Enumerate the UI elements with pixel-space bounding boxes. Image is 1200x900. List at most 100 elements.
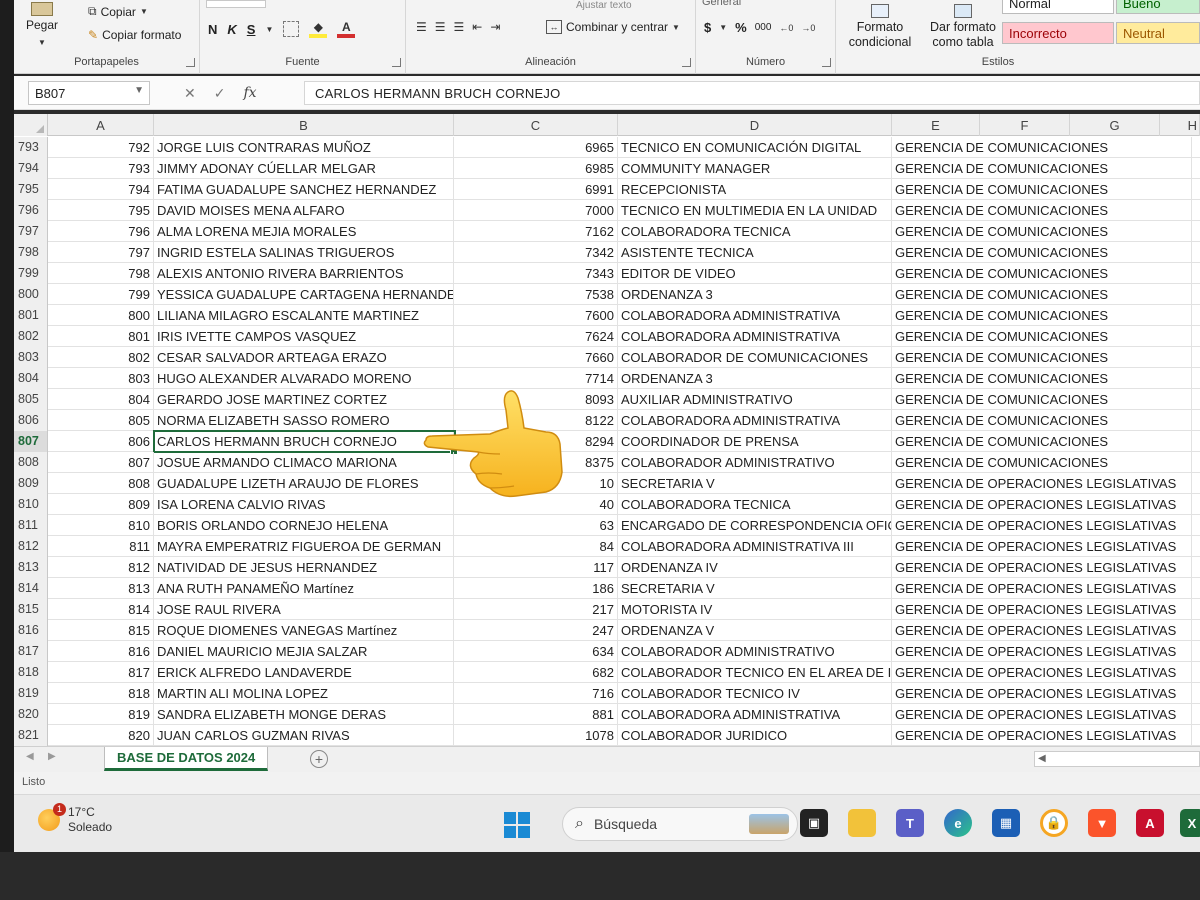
cell-a-index[interactable]: 805 [48, 410, 154, 431]
cell-e-department[interactable]: GERENCIA DE OPERACIONES LEGISLATIVAS [892, 704, 1192, 725]
cell-e-department[interactable]: GERENCIA DE OPERACIONES LEGISLATIVAS [892, 494, 1192, 515]
row-number[interactable]: 798 [14, 242, 48, 263]
cell-c-code[interactable]: 7538 [454, 284, 618, 305]
style-bad[interactable]: Incorrecto [1002, 22, 1114, 44]
cell-a-index[interactable]: 820 [48, 725, 154, 746]
cell-b-name[interactable]: SANDRA ELIZABETH MONGE DERAS [154, 704, 454, 725]
row-number[interactable]: 812 [14, 536, 48, 557]
currency-button[interactable]: $ [704, 20, 711, 35]
start-button-windows-icon[interactable] [504, 812, 530, 838]
cell-d-position[interactable]: COLABORADORA ADMINISTRATIVA [618, 410, 892, 431]
cell-b-name[interactable]: FATIMA GUADALUPE SANCHEZ HERNANDEZ [154, 179, 454, 200]
percent-button[interactable]: % [735, 20, 747, 35]
cell-e-department[interactable]: GERENCIA DE OPERACIONES LEGISLATIVAS [892, 620, 1192, 641]
cell-e-department[interactable]: GERENCIA DE OPERACIONES LEGISLATIVAS [892, 473, 1192, 494]
cell-d-position[interactable]: COLABORADORA ADMINISTRATIVA [618, 326, 892, 347]
conditional-format-button[interactable]: Formato condicional [840, 4, 920, 50]
cell-b-name[interactable]: NORMA ELIZABETH SASSO ROMERO [154, 410, 454, 431]
column-header-f[interactable]: F [980, 114, 1070, 136]
cell-d-position[interactable]: COMMUNITY MANAGER [618, 158, 892, 179]
confirm-icon[interactable]: ✓ [214, 85, 226, 102]
cell-b-name[interactable]: JOSUE ARMANDO CLIMACO MARIONA [154, 452, 454, 473]
row-number[interactable]: 821 [14, 725, 48, 746]
style-neutral[interactable]: Neutral [1116, 22, 1200, 44]
row-number[interactable]: 811 [14, 515, 48, 536]
scroll-right-icon[interactable]: ▶ [48, 751, 56, 762]
style-good[interactable]: Bueno [1116, 0, 1200, 14]
row-number[interactable]: 810 [14, 494, 48, 515]
lock-app-icon[interactable]: 🔒 [1040, 809, 1068, 837]
cell-b-name[interactable]: JIMMY ADONAY CÚELLAR MELGAR [154, 158, 454, 179]
cell-d-position[interactable]: COLABORADORA TECNICA [618, 221, 892, 242]
borders-icon[interactable] [283, 21, 300, 37]
cell-e-department[interactable]: GERENCIA DE OPERACIONES LEGISLATIVAS [892, 683, 1192, 704]
cell-a-index[interactable]: 813 [48, 578, 154, 599]
copy-button[interactable]: ⧉ Copiar ▼ [88, 4, 148, 19]
cell-b-name[interactable]: GERARDO JOSE MARTINEZ CORTEZ [154, 389, 454, 410]
cell-a-index[interactable]: 818 [48, 683, 154, 704]
cell-c-code[interactable]: 7624 [454, 326, 618, 347]
cell-b-name[interactable]: GUADALUPE LIZETH ARAUJO DE FLORES [154, 473, 454, 494]
cell-c-code[interactable]: 682 [454, 662, 618, 683]
cell-d-position[interactable]: SECRETARIA V [618, 473, 892, 494]
sheet-tab-active[interactable]: BASE DE DATOS 2024 [104, 747, 269, 771]
chevron-down-icon[interactable]: ▼ [265, 25, 273, 34]
merge-center-button[interactable]: ↔ Combinar y centrar ▼ [546, 20, 680, 34]
chevron-down-icon[interactable]: ▼ [719, 23, 727, 32]
weather-widget[interactable]: 1 17°C Soleado [38, 803, 112, 835]
cell-c-code[interactable]: 10 [454, 473, 618, 494]
row-number[interactable]: 803 [14, 347, 48, 368]
cell-e-department[interactable]: GERENCIA DE OPERACIONES LEGISLATIVAS [892, 662, 1192, 683]
cell-a-index[interactable]: 819 [48, 704, 154, 725]
column-header-d[interactable]: D [618, 114, 892, 136]
cell-d-position[interactable]: MOTORISTA IV [618, 599, 892, 620]
align-right-icon[interactable]: ☰ [454, 20, 465, 34]
cell-d-position[interactable]: COORDINADOR DE PRENSA [618, 431, 892, 452]
formula-input[interactable]: CARLOS HERMANN BRUCH CORNEJO [304, 81, 1200, 105]
cell-e-department[interactable]: GERENCIA DE COMUNICACIONES [892, 200, 1192, 221]
align-left-icon[interactable]: ☰ [416, 20, 427, 34]
column-header-g[interactable]: G [1070, 114, 1160, 136]
cancel-icon[interactable]: ✕ [184, 85, 196, 102]
cell-a-index[interactable]: 811 [48, 536, 154, 557]
number-launcher-icon[interactable] [822, 58, 831, 67]
cell-d-position[interactable]: COLABORADOR ADMINISTRATIVO [618, 641, 892, 662]
cell-e-department[interactable]: GERENCIA DE COMUNICACIONES [892, 305, 1192, 326]
select-all-corner[interactable] [14, 114, 48, 136]
cell-a-index[interactable]: 803 [48, 368, 154, 389]
format-as-table-button[interactable]: Dar formato como tabla [924, 4, 1002, 50]
row-number[interactable]: 806 [14, 410, 48, 431]
cell-e-department[interactable]: GERENCIA DE COMUNICACIONES [892, 410, 1192, 431]
cell-b-name[interactable]: CESAR SALVADOR ARTEAGA ERAZO [154, 347, 454, 368]
cell-c-code[interactable]: 881 [454, 704, 618, 725]
font-color-icon[interactable]: A [337, 20, 356, 38]
row-number[interactable]: 797 [14, 221, 48, 242]
cell-e-department[interactable]: GERENCIA DE OPERACIONES LEGISLATIVAS [892, 557, 1192, 578]
cell-a-index[interactable]: 799 [48, 284, 154, 305]
cell-a-index[interactable]: 796 [48, 221, 154, 242]
decrease-indent-icon[interactable]: ⇤ [472, 20, 482, 34]
cell-a-index[interactable]: 817 [48, 662, 154, 683]
row-number[interactable]: 801 [14, 305, 48, 326]
fill-color-icon[interactable]: ◆ [309, 20, 328, 38]
cell-a-index[interactable]: 815 [48, 620, 154, 641]
cell-e-department[interactable]: GERENCIA DE OPERACIONES LEGISLATIVAS [892, 578, 1192, 599]
cell-e-department[interactable]: GERENCIA DE OPERACIONES LEGISLATIVAS [892, 515, 1192, 536]
increase-indent-icon[interactable]: ⇥ [490, 20, 500, 34]
italic-button[interactable]: K [227, 22, 236, 37]
cell-c-code[interactable]: 84 [454, 536, 618, 557]
cell-d-position[interactable]: EDITOR DE VIDEO [618, 263, 892, 284]
row-number[interactable]: 799 [14, 263, 48, 284]
acrobat-icon[interactable]: A [1136, 809, 1164, 837]
format-painter-button[interactable]: ✎ Copiar formato [88, 28, 181, 42]
cell-c-code[interactable]: 7342 [454, 242, 618, 263]
cell-b-name[interactable]: INGRID ESTELA SALINAS TRIGUEROS [154, 242, 454, 263]
cell-e-department[interactable]: GERENCIA DE COMUNICACIONES [892, 368, 1192, 389]
cell-b-name[interactable]: IRIS IVETTE CAMPOS VASQUEZ [154, 326, 454, 347]
cell-c-code[interactable]: 7660 [454, 347, 618, 368]
brave-browser-icon[interactable]: ▼ [1088, 809, 1116, 837]
cell-e-department[interactable]: GERENCIA DE COMUNICACIONES [892, 137, 1192, 158]
cell-c-code[interactable]: 217 [454, 599, 618, 620]
paste-button[interactable]: Pegar ▼ [26, 2, 58, 50]
store-icon[interactable]: ▦ [992, 809, 1020, 837]
